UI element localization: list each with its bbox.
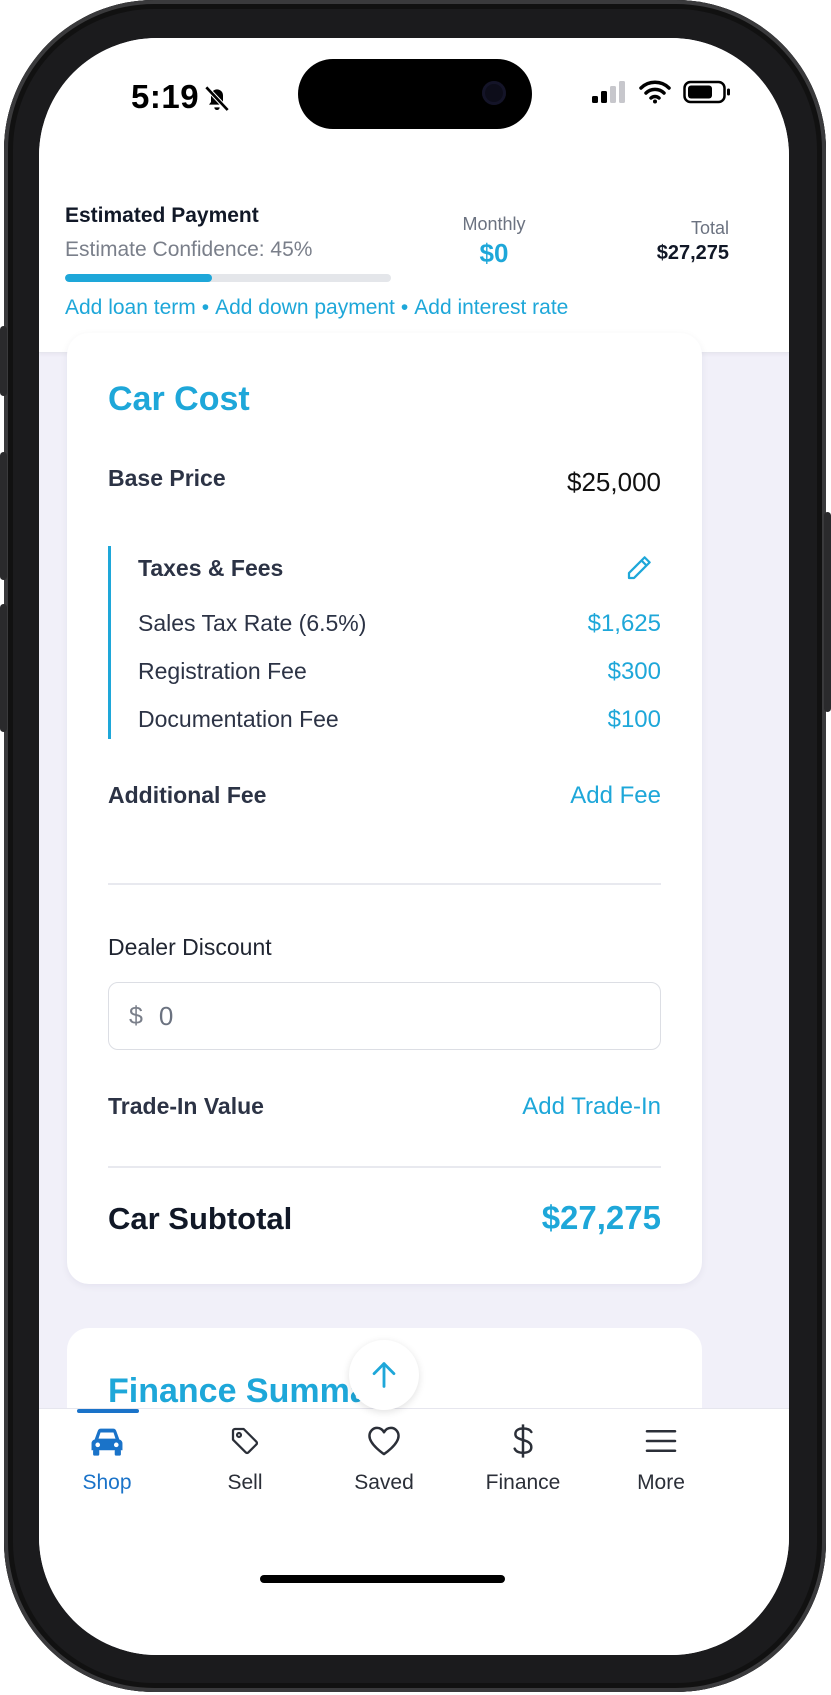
- add-loan-term-link[interactable]: Add loan term: [65, 296, 196, 319]
- dealer-discount-field[interactable]: $: [108, 982, 661, 1050]
- registration-fee-label: Registration Fee: [138, 658, 307, 684]
- monthly-value: $0: [479, 238, 509, 268]
- status-bar: 5:19: [39, 38, 789, 138]
- volume-up-button: [0, 452, 7, 580]
- dynamic-island: [298, 59, 532, 129]
- bell-off-icon: [204, 85, 230, 112]
- stage: 5:19 Estimated Payment Estimate Confiden…: [0, 0, 831, 1695]
- estimated-payment-header: Estimated Payment Estimate Confidence: 4…: [39, 138, 789, 353]
- screen: 5:19 Estimated Payment Estimate Confiden…: [39, 38, 789, 1655]
- total-label: Total: [690, 218, 729, 238]
- trade-in-value-label: Trade-In Value: [108, 1093, 264, 1119]
- taxes-fees-label: Taxes & Fees: [138, 555, 284, 581]
- car-cost-title: Car Cost: [108, 380, 250, 418]
- power-button: [824, 512, 831, 712]
- base-price-value: $25,000: [567, 467, 661, 497]
- add-down-payment-link[interactable]: Add down payment: [215, 296, 395, 319]
- total-value: $27,275: [656, 242, 729, 264]
- taxes-fees-accent-bar: [108, 546, 111, 739]
- currency-symbol: $: [129, 1001, 143, 1030]
- additional-fee-label: Additional Fee: [108, 782, 267, 808]
- tab-more[interactable]: More: [601, 1419, 721, 1509]
- estimated-payment-title: Estimated Payment: [65, 204, 259, 227]
- dollar-icon: [513, 1424, 533, 1458]
- car-icon: [91, 1428, 123, 1456]
- camera-icon: [482, 81, 506, 105]
- quick-links: Add loan term • Add down payment • Add inter…: [65, 296, 568, 320]
- tab-shop-label: Shop: [82, 1471, 132, 1494]
- tab-finance[interactable]: Finance: [463, 1419, 583, 1509]
- sales-tax-label: Sales Tax Rate (6.5%): [138, 610, 367, 636]
- confidence-progress-fill: [65, 274, 212, 282]
- bottom-tab-bar: Shop Sell Saved Finance More: [39, 1408, 789, 1655]
- cellular-signal-icon: [592, 81, 625, 103]
- tab-sell[interactable]: Sell: [185, 1419, 305, 1509]
- tab-shop[interactable]: Shop: [47, 1419, 167, 1509]
- add-interest-rate-link[interactable]: Add interest rate: [414, 296, 568, 319]
- estimate-confidence-text: Estimate Confidence: 45%: [65, 238, 313, 261]
- menu-icon: [645, 1429, 677, 1453]
- documentation-fee-value: $100: [607, 706, 661, 733]
- heart-icon: [368, 1426, 400, 1456]
- divider: [108, 1166, 661, 1168]
- dealer-discount-label: Dealer Discount: [108, 934, 272, 960]
- arrow-up-icon: [372, 1362, 396, 1388]
- divider: [108, 883, 661, 885]
- tab-more-label: More: [637, 1471, 685, 1494]
- wifi-icon: [639, 80, 671, 104]
- dealer-discount-input[interactable]: [156, 999, 641, 1033]
- add-fee-button[interactable]: Add Fee: [570, 782, 661, 810]
- link-separator: •: [400, 296, 409, 319]
- tab-saved[interactable]: Saved: [324, 1419, 444, 1509]
- base-price-label: Base Price: [108, 465, 226, 491]
- tag-icon: [231, 1427, 259, 1455]
- car-subtotal-label: Car Subtotal: [108, 1201, 293, 1236]
- confidence-progress-bar: [65, 274, 391, 282]
- status-icons: [591, 80, 731, 104]
- tab-finance-label: Finance: [485, 1471, 561, 1494]
- scroll-to-top-button[interactable]: [349, 1340, 419, 1410]
- car-cost-card: Car Cost Base Price $25,000 Taxes & Fees…: [67, 333, 702, 1284]
- silent-switch: [0, 326, 7, 396]
- car-subtotal-value: $27,275: [541, 1199, 661, 1236]
- battery-icon: [683, 80, 730, 104]
- link-separator: •: [201, 296, 210, 319]
- status-time: 5:19: [131, 78, 200, 115]
- volume-down-button: [0, 604, 7, 732]
- edit-pencil-icon[interactable]: [624, 553, 654, 583]
- add-trade-in-button[interactable]: Add Trade-In: [522, 1093, 661, 1121]
- sales-tax-value: $1,625: [587, 610, 661, 637]
- documentation-fee-label: Documentation Fee: [138, 706, 339, 732]
- monthly-label: Monthly: [462, 214, 526, 234]
- registration-fee-value: $300: [607, 658, 661, 685]
- tab-saved-label: Saved: [354, 1471, 414, 1494]
- active-tab-indicator: [77, 1409, 139, 1413]
- home-indicator: [260, 1575, 505, 1583]
- tab-sell-label: Sell: [227, 1471, 263, 1494]
